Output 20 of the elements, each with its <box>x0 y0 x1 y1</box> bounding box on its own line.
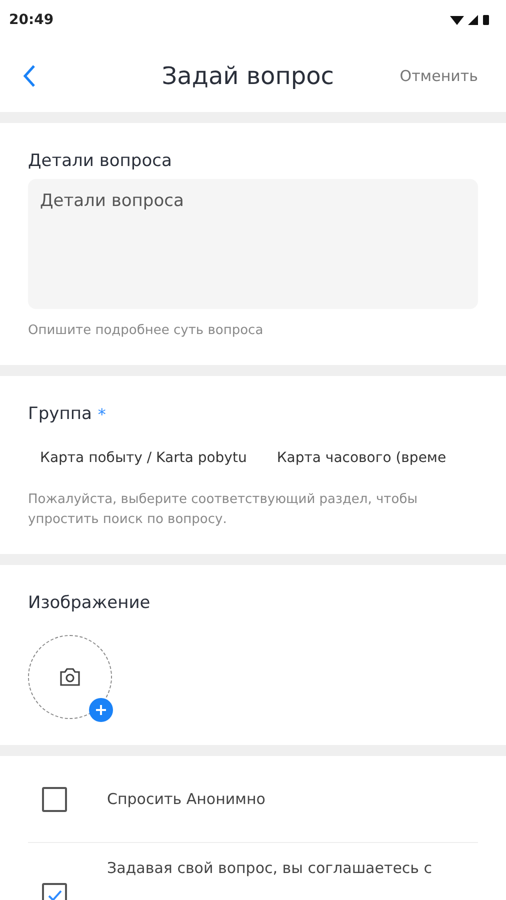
group-chip[interactable]: Карта побыту / Karta pobytu <box>40 444 247 472</box>
field-label: Детали вопроса <box>28 151 173 171</box>
camera-icon <box>59 668 81 686</box>
check-icon <box>48 890 62 900</box>
option-label: Спросить Анонимно <box>107 789 266 810</box>
status-time: 20:49 <box>9 12 54 28</box>
group-chip[interactable]: Карта часового (време <box>276 444 446 472</box>
add-icon[interactable] <box>89 698 113 722</box>
required-mark: * <box>98 404 106 424</box>
option-label: Задавая свой вопрос, вы соглашаетесь с <box>107 858 432 879</box>
checkbox[interactable] <box>42 786 67 812</box>
field-hint: Опишите подробнее суть вопроса <box>28 322 264 340</box>
back-icon[interactable] <box>22 64 36 88</box>
cancel-button[interactable]: Отменить <box>400 67 478 85</box>
field-label: Изображение <box>28 593 152 613</box>
field-hint: Пожалуйста, выберите соответствующий раздел, чтобы упростить поиск по вопросу. <box>28 491 418 529</box>
image-upload[interactable] <box>28 635 112 719</box>
field-label: Группа <box>28 404 92 424</box>
details-field[interactable]: Детали вопроса <box>28 179 478 309</box>
screen-title: Задай вопрос <box>160 62 336 90</box>
